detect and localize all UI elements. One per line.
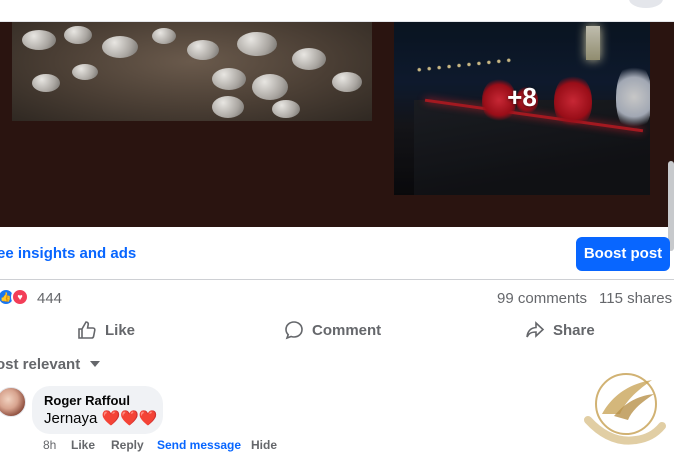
comment-like-link[interactable]: Like [71, 438, 111, 452]
like-button[interactable]: Like [77, 314, 135, 346]
comment-text: Jernaya ❤️❤️❤️ [44, 409, 158, 427]
rock [102, 36, 138, 58]
insights-link[interactable]: ee insights and ads [0, 245, 136, 262]
share-label: Share [553, 321, 595, 339]
share-arrow-icon [526, 321, 545, 338]
comment-time[interactable]: 8h [43, 438, 71, 452]
reaction-icons[interactable]: 👍 ♥ [0, 288, 33, 308]
comment-text-body: Jernaya [44, 410, 98, 427]
post-media: +8 [0, 22, 674, 227]
more-photos-count[interactable]: +8 [394, 82, 650, 113]
boost-post-button[interactable]: Boost post [576, 237, 670, 271]
close-button[interactable] [629, 0, 663, 8]
comment-meta-row: 8h Like Reply Send message Hide [43, 438, 277, 452]
heart-emoji: ❤️❤️❤️ [101, 410, 158, 427]
watermark-logo-graphic [584, 373, 666, 445]
like-label: Like [105, 321, 136, 339]
rocks-photo[interactable] [12, 22, 372, 121]
rock [212, 68, 246, 90]
comment-label: Comment [312, 321, 382, 339]
send-message-link[interactable]: Send message [157, 438, 251, 452]
jezzine-tahki-watermark-logo [580, 366, 670, 446]
rock [332, 72, 362, 92]
stats-row: 👍 ♥ 444 99 comments 115 shares [0, 284, 674, 312]
shares-count[interactable]: 115 shares [599, 290, 672, 307]
comment-sort-dropdown[interactable]: ost relevant [0, 354, 101, 374]
sort-label: ost relevant [0, 355, 81, 373]
chevron-down-icon [90, 361, 101, 367]
rock [22, 30, 56, 50]
insights-row: ee insights and ads Boost post [0, 228, 674, 280]
comment-reply-link[interactable]: Reply [111, 438, 157, 452]
comment-button[interactable]: Comment [284, 314, 381, 346]
comment-author[interactable]: Roger Raffoul [44, 393, 151, 408]
share-button[interactable]: Share [525, 314, 595, 346]
rock [252, 74, 288, 100]
rock [72, 64, 98, 80]
rock [32, 74, 60, 92]
top-bar [0, 0, 674, 22]
rock [272, 100, 300, 118]
rock [187, 40, 219, 60]
rock [64, 26, 92, 44]
rock [292, 48, 326, 70]
rock [212, 96, 244, 118]
reaction-count[interactable]: 444 [37, 290, 62, 307]
comments-count[interactable]: 99 comments [497, 290, 587, 307]
hide-comment-link[interactable]: Hide [251, 438, 277, 452]
comment-bubble: Roger Raffoul Jernaya ❤️❤️❤️ [32, 386, 163, 434]
love-reaction-icon: ♥ [11, 288, 29, 306]
actions-row: Like Comment Share [0, 314, 674, 346]
avatar[interactable] [0, 387, 26, 417]
thumbs-up-icon [78, 321, 96, 339]
rock [152, 28, 176, 44]
rock [237, 32, 277, 56]
comment-bubble-icon [285, 321, 303, 340]
